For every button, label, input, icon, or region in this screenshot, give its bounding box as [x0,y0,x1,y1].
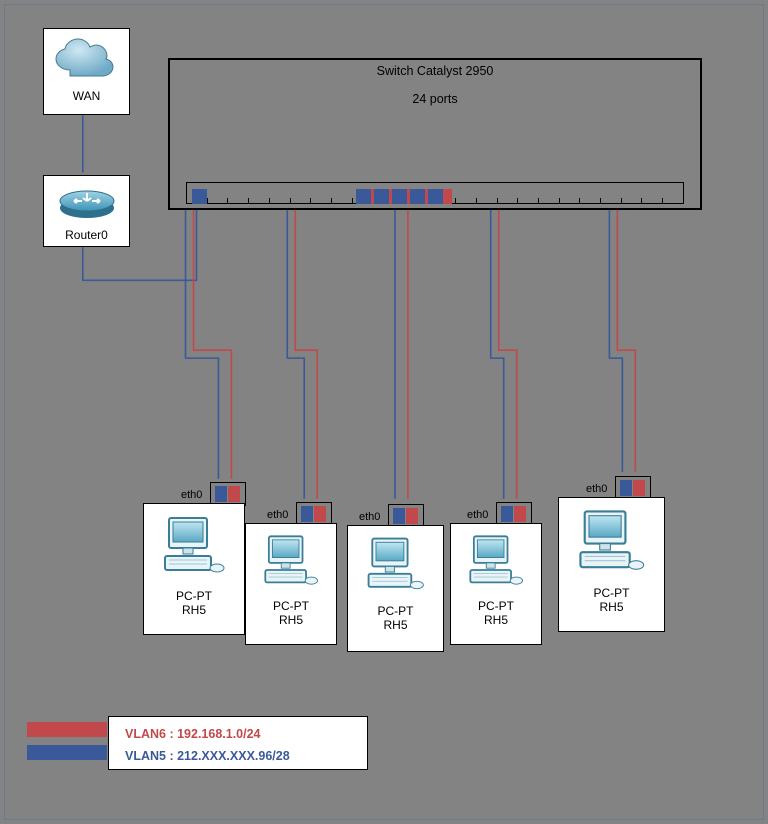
switch-device: Switch Catalyst 2950 24 ports [168,58,702,210]
pc5-label1: PC-PT [559,586,664,600]
pc-icon [559,498,664,586]
switch-title: Switch Catalyst 2950 [170,64,700,78]
cloud-icon [44,29,129,87]
switch-port-d-vlan5 [410,189,425,204]
pc4-device: PC-PT RH5 [450,523,542,645]
switch-port-c-vlan5 [392,189,407,204]
pc2-nic-vlan5 [301,506,313,522]
pc4-nic-vlan6 [514,506,526,522]
pc-icon [451,524,541,599]
pc3-device: PC-PT RH5 [347,525,444,652]
pc3-nic-vlan5 [393,508,405,524]
pc-icon [348,526,443,604]
switch-port-1-vlan5 [192,189,207,204]
pc-icon [144,504,244,589]
legend-vlan6: VLAN6 : 192.168.1.0/24 [125,725,355,743]
pc1-device: PC-PT RH5 [143,503,245,635]
pc2-label2: RH5 [246,613,336,627]
pc5-nic-vlan5 [620,480,632,496]
switch-port-b-vlan5 [374,189,389,204]
pc5-label2: RH5 [559,600,664,614]
pc2-device: PC-PT RH5 [245,523,337,645]
pc4-label2: RH5 [451,613,541,627]
wan-label: WAN [44,87,129,106]
switch-ports-label: 24 ports [170,92,700,106]
switch-port-e-vlan5 [428,189,443,204]
pc-icon [246,524,336,599]
router-label: Router0 [44,226,129,245]
diagram-canvas: WAN Router0 Switch Catalyst 2950 [4,4,764,820]
pc1-label1: PC-PT [144,589,244,603]
pc4-nic-label: eth0 [467,509,488,521]
pc5-nic-label: eth0 [586,483,607,495]
pc5-nic-vlan6 [633,480,645,496]
legend-box: VLAN6 : 192.168.1.0/24 VLAN5 : 212.XXX.X… [108,716,368,770]
pc5-device: PC-PT RH5 [558,497,665,632]
wan-device: WAN [43,28,130,115]
pc3-nic-label: eth0 [359,511,380,523]
legend-vlan5: VLAN5 : 212.XXX.XXX.96/28 [125,747,355,765]
pc1-label2: RH5 [144,603,244,617]
switch-port-a-vlan5 [356,189,371,204]
legend-swatch-vlan5 [27,745,107,760]
router-device: Router0 [43,175,130,247]
pc2-nic-vlan6 [314,506,326,522]
pc3-label2: RH5 [348,618,443,632]
pc2-nic-label: eth0 [267,509,288,521]
pc4-label1: PC-PT [451,599,541,613]
pc3-nic-vlan6 [406,508,418,524]
pc1-nic-vlan6 [228,486,240,502]
router-icon [44,176,129,226]
pc1-nic-vlan5 [215,486,227,502]
pc3-label1: PC-PT [348,604,443,618]
pc4-nic-vlan5 [501,506,513,522]
pc2-label1: PC-PT [246,599,336,613]
pc1-nic-label: eth0 [181,489,202,501]
legend-swatch-vlan6 [27,722,107,737]
